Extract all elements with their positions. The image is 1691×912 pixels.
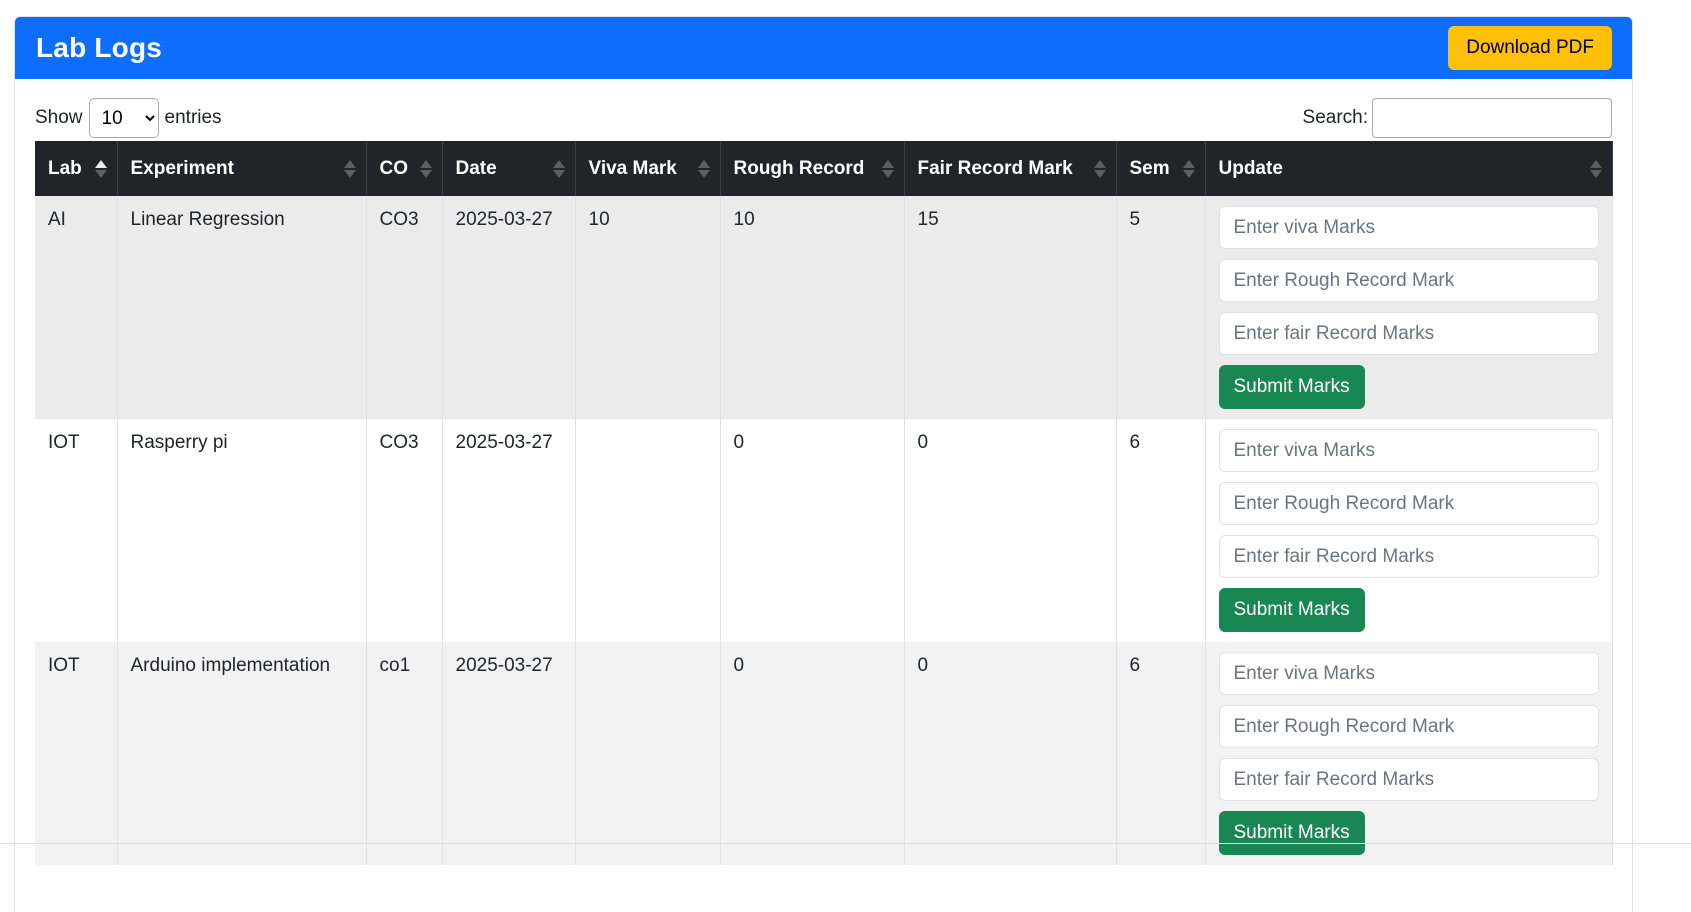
- cell-viva-mark: 10: [575, 196, 721, 419]
- entries-length-control: Show 102550100 entries: [35, 98, 222, 138]
- lab-logs-card: Lab Logs Download PDF Show 102550100 ent…: [14, 16, 1633, 912]
- sort-icon: [1589, 158, 1602, 180]
- entries-label: entries: [164, 107, 222, 128]
- cell-update-form: Submit Marks: [1205, 419, 1613, 642]
- cell-sem: 5: [1116, 196, 1206, 419]
- table-header-row: Lab Experiment CO Date Viva Mark Rough R…: [35, 141, 1613, 196]
- sort-icon: [343, 158, 356, 180]
- search-input[interactable]: [1372, 98, 1612, 138]
- table-row: AILinear RegressionCO32025-03-271010155S…: [35, 196, 1613, 419]
- column-header-lab[interactable]: Lab: [35, 141, 118, 196]
- fair-record-marks-input[interactable]: [1218, 758, 1599, 801]
- column-header-viva-mark[interactable]: Viva Mark: [575, 141, 721, 196]
- submit-marks-button[interactable]: Submit Marks: [1218, 365, 1365, 409]
- card-header: Lab Logs Download PDF: [15, 17, 1632, 79]
- rough-record-mark-input[interactable]: [1218, 259, 1599, 302]
- download-pdf-button[interactable]: Download PDF: [1448, 26, 1612, 70]
- table-row: IOT Arduino implementation co1 2025-03-27 0 0…: [35, 642, 1613, 865]
- fair-record-marks-input[interactable]: [1218, 535, 1599, 578]
- cell-rough-record: 10: [720, 196, 905, 419]
- cell-co: CO3: [366, 196, 443, 419]
- sort-icon: [1182, 158, 1195, 180]
- sort-icon: [881, 158, 894, 180]
- sort-icon: [552, 158, 565, 180]
- cell-experiment: Rasperry pi: [117, 419, 367, 642]
- page-title: Lab Logs: [36, 32, 163, 63]
- cell-fair-record-mark: 0: [904, 642, 1117, 865]
- column-header-date[interactable]: Date: [442, 141, 576, 196]
- cell-lab: AI: [35, 196, 118, 419]
- submit-marks-button[interactable]: Submit Marks: [1218, 811, 1365, 855]
- cell-date: 2025-03-27: [442, 642, 576, 865]
- column-label: Update: [1218, 157, 1283, 179]
- sort-icon: [697, 158, 710, 180]
- show-label: Show: [35, 107, 83, 128]
- fair-record-marks-input[interactable]: [1218, 312, 1599, 355]
- column-header-sem[interactable]: Sem: [1116, 141, 1206, 196]
- column-label: Date: [455, 157, 497, 179]
- sort-icon: [419, 158, 432, 180]
- cell-fair-record-mark: 0: [904, 419, 1117, 642]
- column-header-update[interactable]: Update: [1205, 141, 1613, 196]
- rough-record-mark-input[interactable]: [1218, 482, 1599, 525]
- sort-asc-icon: [94, 158, 107, 180]
- column-header-experiment[interactable]: Experiment: [117, 141, 367, 196]
- cell-lab: IOT: [35, 642, 118, 865]
- column-label: Rough Record: [733, 157, 865, 179]
- sort-icon: [1093, 158, 1106, 180]
- search-control: Search:: [1303, 98, 1612, 138]
- rough-record-mark-input[interactable]: [1218, 705, 1599, 748]
- cell-date: 2025-03-27: [442, 196, 576, 419]
- cell-co: co1: [366, 642, 443, 865]
- column-label: Fair Record Mark: [917, 157, 1073, 179]
- cell-experiment: Linear Regression: [117, 196, 367, 419]
- cell-viva-mark: [575, 419, 721, 642]
- column-header-fair-record-mark[interactable]: Fair Record Mark: [904, 141, 1117, 196]
- viva-marks-input[interactable]: [1218, 206, 1599, 249]
- cell-rough-record: 0: [720, 642, 905, 865]
- card-body: Show 102550100 entries Search:: [15, 79, 1632, 865]
- column-label: Lab: [48, 157, 82, 179]
- cell-update-form: Submit Marks: [1205, 196, 1613, 419]
- cell-date: 2025-03-27: [442, 419, 576, 642]
- column-header-rough-record[interactable]: Rough Record: [720, 141, 905, 196]
- viva-marks-input[interactable]: [1218, 429, 1599, 472]
- column-label: Viva Mark: [588, 157, 677, 179]
- cell-experiment: Arduino implementation: [117, 642, 367, 865]
- search-label: Search:: [1302, 107, 1368, 128]
- submit-marks-button[interactable]: Submit Marks: [1218, 588, 1365, 632]
- cell-co: CO3: [366, 419, 443, 642]
- cell-fair-record-mark: 15: [904, 196, 1117, 419]
- cell-sem: 6: [1116, 642, 1206, 865]
- page-divider: [0, 843, 1691, 844]
- cell-viva-mark: [575, 642, 721, 865]
- column-label: Sem: [1129, 157, 1170, 179]
- cell-lab: IOT: [35, 419, 118, 642]
- cell-update-form: Submit Marks: [1205, 642, 1613, 865]
- cell-sem: 6: [1116, 419, 1206, 642]
- column-label: CO: [379, 157, 409, 179]
- table-controls: Show 102550100 entries Search:: [35, 97, 1612, 139]
- entries-select[interactable]: 102550100: [88, 98, 159, 138]
- column-label: Experiment: [130, 157, 234, 179]
- cell-rough-record: 0: [720, 419, 905, 642]
- lab-logs-table: Lab Experiment CO Date Viva Mark Rough R…: [35, 141, 1613, 865]
- viva-marks-input[interactable]: [1218, 652, 1599, 695]
- column-header-co[interactable]: CO: [366, 141, 443, 196]
- table-row: IOTRasperry piCO32025-03-27 006 Submit Mar…: [35, 419, 1613, 642]
